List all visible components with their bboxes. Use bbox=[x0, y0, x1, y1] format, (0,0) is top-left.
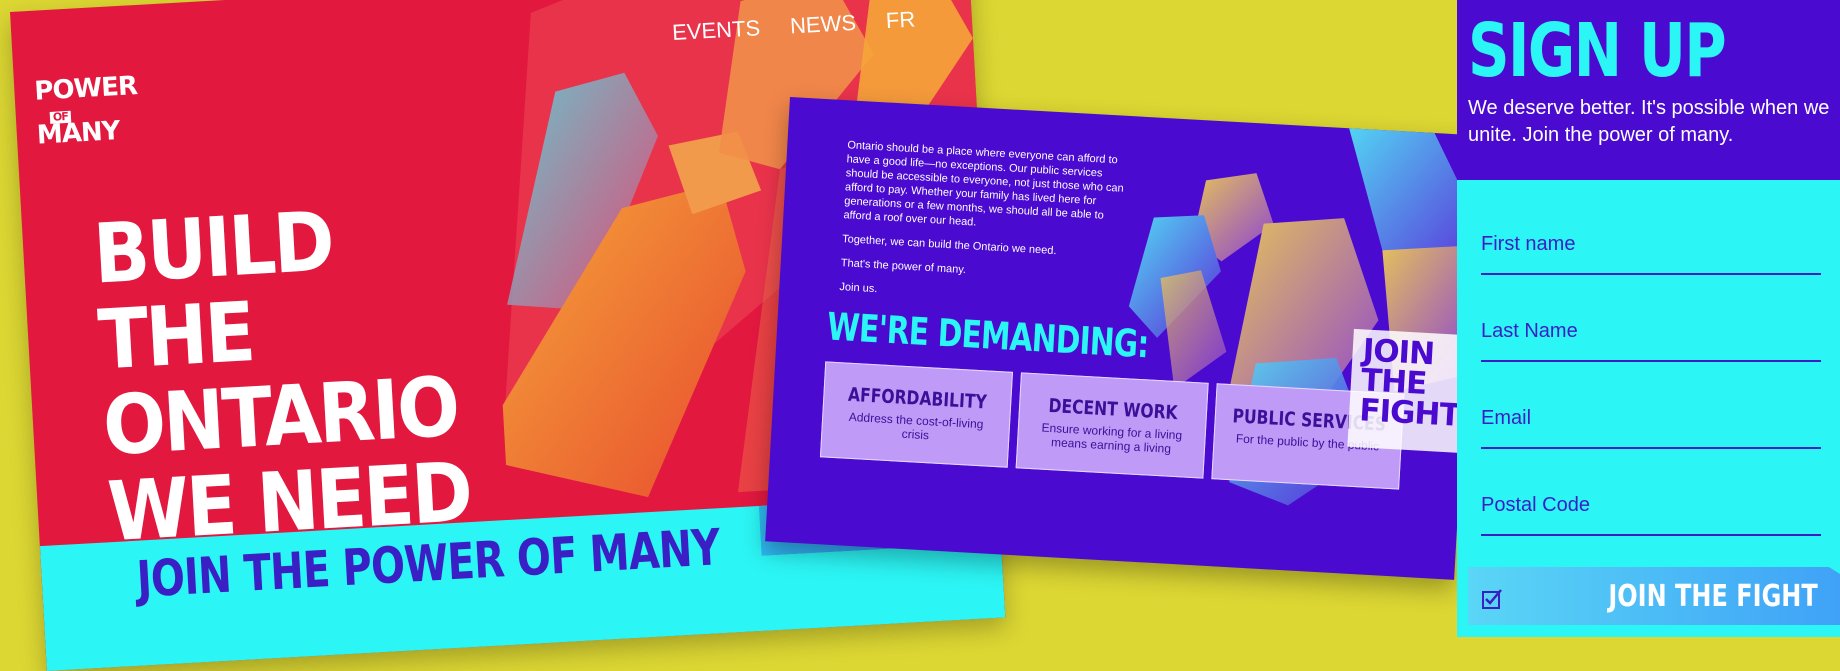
signup-title: SIGN UP bbox=[1468, 8, 1727, 94]
demand-desc: Ensure working for a living means earnin… bbox=[1041, 420, 1183, 456]
check-square-icon[interactable] bbox=[1481, 588, 1503, 610]
logo-bottom: MANY bbox=[36, 116, 121, 151]
last-name-input[interactable] bbox=[1481, 302, 1821, 360]
first-name-field bbox=[1481, 215, 1821, 275]
logo[interactable]: POWER OF MANY bbox=[33, 71, 138, 151]
demands-page-mockup: Ontario should be a place where everyone… bbox=[765, 97, 1479, 580]
nav-language-fr[interactable]: FR bbox=[885, 7, 916, 35]
join-the-fight-tab[interactable]: JOIN THE FIGHT bbox=[1347, 328, 1474, 454]
hero-headline: BUILD THE ONTARIO WE NEED bbox=[91, 194, 473, 561]
nav-news[interactable]: NEWS bbox=[789, 10, 856, 40]
signup-subtitle: We deserve better. It's possible when we… bbox=[1468, 97, 1830, 146]
last-name-field bbox=[1481, 302, 1821, 362]
first-name-input[interactable] bbox=[1481, 215, 1821, 273]
demand-title: AFFORDABILITY bbox=[847, 383, 988, 414]
join-the-fight-button[interactable]: JOIN THE FIGHT bbox=[1468, 567, 1840, 625]
postal-code-input[interactable] bbox=[1481, 476, 1821, 534]
email-input[interactable] bbox=[1481, 389, 1821, 447]
demand-desc: Address the cost-of-living crisis bbox=[848, 409, 984, 443]
email-field bbox=[1481, 389, 1821, 449]
demand-card-decent-work[interactable]: DECENT WORK Ensure working for a living … bbox=[1015, 372, 1209, 479]
intro-paragraph: Ontario should be a place where everyone… bbox=[843, 139, 1124, 229]
demand-card-affordability[interactable]: AFFORDABILITY Address the cost-of-living… bbox=[819, 361, 1014, 468]
demand-title: DECENT WORK bbox=[1047, 394, 1179, 425]
intro-text: Ontario should be a place where everyone… bbox=[839, 138, 1138, 320]
join-button-label: JOIN THE FIGHT bbox=[1608, 578, 1818, 614]
logo-top: POWER bbox=[33, 71, 138, 107]
intro-paragraph: Join us. bbox=[839, 281, 878, 296]
check-square-icon-glyph bbox=[1482, 589, 1502, 609]
nav-events[interactable]: EVENTS bbox=[671, 15, 760, 46]
postal-code-field bbox=[1481, 476, 1821, 536]
